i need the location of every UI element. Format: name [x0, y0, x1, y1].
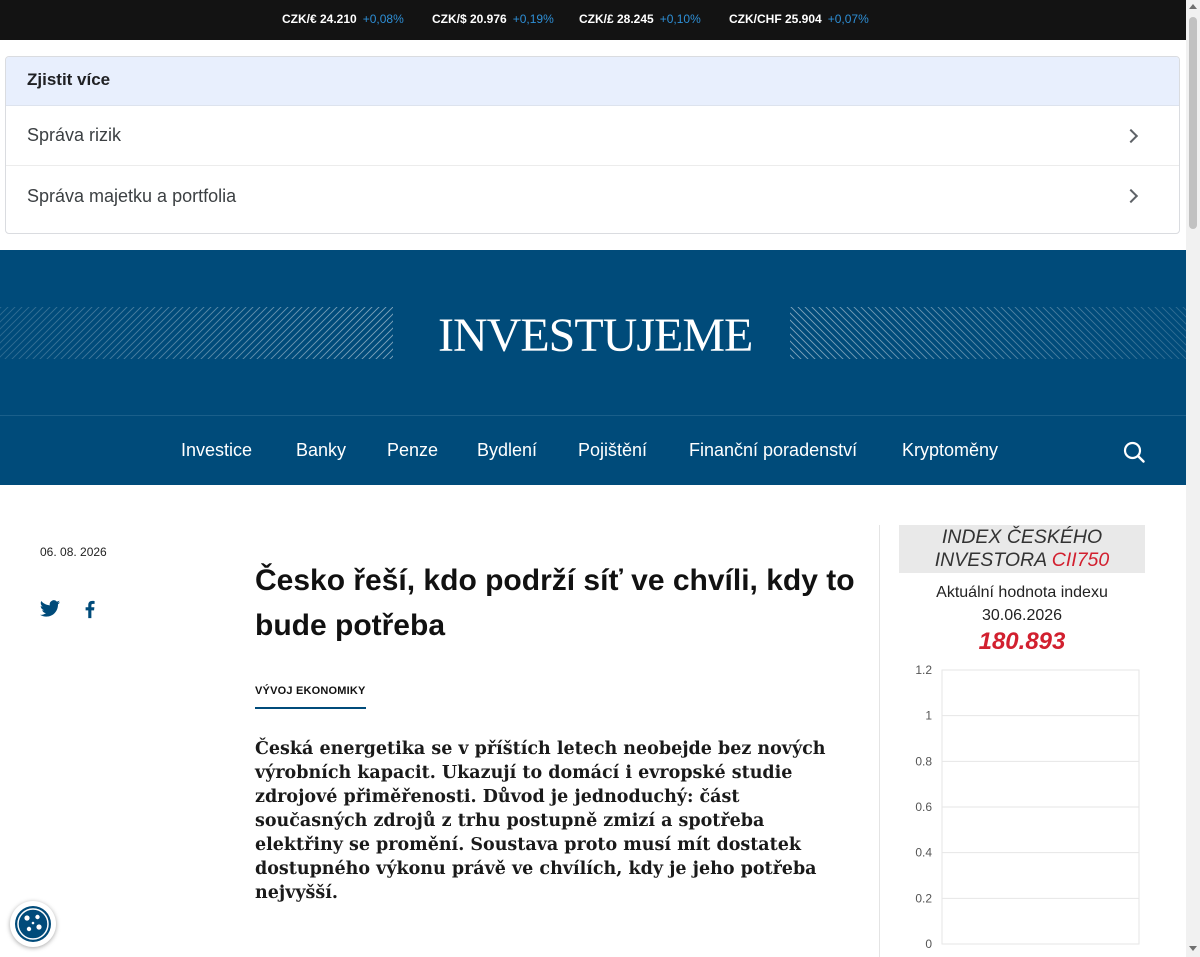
ticker-item[interactable]: CZK/$ 20.976 +0,19%: [432, 12, 554, 26]
scroll-up-arrow-icon[interactable]: [1189, 4, 1197, 9]
index-heading-line2: INVESTORA CII750: [899, 549, 1145, 572]
ad-link-label: Správa rizik: [27, 125, 122, 145]
ticker-change: +0,08%: [362, 12, 404, 26]
scrollbar-thumb[interactable]: [1189, 17, 1197, 229]
nav-item-penze[interactable]: Penze: [387, 440, 438, 461]
hatch-pattern-left: [0, 307, 393, 359]
site-logo[interactable]: INVESTUJEME: [438, 308, 753, 363]
ad-link-portfolio-management[interactable]: Správa majetku a portfolia: [6, 166, 1179, 226]
nav-item-investice[interactable]: Investice: [181, 440, 252, 461]
article-lead: Česká energetika se v příštích letech ne…: [255, 739, 826, 903]
ticker-item[interactable]: CZK/£ 28.245 +0,10%: [579, 12, 701, 26]
chart-y-tick-label: 0: [925, 937, 932, 951]
chart-y-tick-label: 0.4: [915, 846, 932, 860]
index-value-label: Aktuální hodnota indexu: [936, 584, 1108, 601]
ad-heading: Zjistit více: [6, 57, 1179, 106]
ticker-change: +0,10%: [659, 12, 701, 26]
chart-y-tick-label: 0.6: [915, 800, 932, 814]
hatch-pattern-right: [790, 307, 1186, 359]
ticker-item[interactable]: CZK/€ 24.210 +0,08%: [282, 12, 404, 26]
ticker-change: +0,07%: [827, 12, 869, 26]
chart-y-tick-label: 0.2: [915, 891, 932, 905]
cookie-icon: [15, 906, 51, 942]
index-widget-heading[interactable]: INDEX ČESKÉHO INVESTORA CII750: [899, 525, 1145, 573]
ad-links-box: Zjistit více Správa rizik Správa majetku…: [5, 56, 1180, 234]
currency-ticker: CZK/€ 24.210 +0,08% CZK/$ 20.976 +0,19% CZ…: [0, 0, 1186, 40]
ad-link-label: Správa majetku a portfolia: [27, 185, 237, 206]
sidebar-divider: [879, 525, 880, 957]
chart-y-tick-label: 1.2: [915, 663, 932, 677]
ticker-change: +0,19%: [512, 12, 554, 26]
chevron-right-icon: [1123, 128, 1139, 143]
cookie-settings-button[interactable]: [10, 901, 56, 947]
index-value-date: 30.06.2026: [981, 607, 1063, 624]
article-category-link[interactable]: VÝVOJ EKONOMIKY: [255, 685, 366, 709]
index-heading-line1: INDEX ČESKÉHO: [941, 526, 1103, 548]
chevron-right-icon: [1123, 188, 1139, 204]
masthead: INVESTUJEME: [0, 250, 1186, 415]
search-icon[interactable]: [1122, 440, 1146, 464]
chart-y-tick-label: 0.8: [915, 754, 932, 768]
ticker-pair: CZK/$ 20.976: [432, 12, 507, 26]
twitter-icon[interactable]: [39, 598, 61, 620]
ad-link-risk-management[interactable]: Správa rizik: [6, 106, 1179, 166]
ticker-pair: CZK/€ 24.210: [282, 12, 357, 26]
index-chart: 1.2 1 0.8 0.6 0.4 0.2 0: [915, 663, 1140, 951]
chart-y-tick-label: 1: [925, 709, 932, 723]
index-value: 180.893: [978, 628, 1066, 655]
nav-item-financni-poradenstvi[interactable]: Finanční poradenství: [689, 440, 857, 461]
nav-item-bydleni[interactable]: Bydlení: [477, 440, 537, 461]
main-nav: Investice Banky Penze Bydlení Pojištění …: [0, 415, 1186, 485]
index-code: CII750: [1051, 549, 1110, 571]
nav-item-banky[interactable]: Banky: [296, 440, 346, 461]
ticker-pair: CZK/£ 28.245: [579, 12, 654, 26]
nav-item-pojisteni[interactable]: Pojištění: [578, 440, 647, 461]
article-title: Česko řeší, kdo podrží síť ve chvíli, kd…: [255, 564, 855, 642]
ticker-pair: CZK/CHF 25.904: [729, 12, 822, 26]
facebook-icon[interactable]: [79, 598, 101, 620]
scroll-down-arrow-icon[interactable]: [1189, 946, 1197, 951]
index-heading-label: INVESTORA: [934, 549, 1047, 571]
ticker-item[interactable]: CZK/CHF 25.904 +0,07%: [729, 12, 869, 26]
article-date: 06. 08. 2026: [40, 545, 107, 559]
page-scrollbar[interactable]: [1186, 0, 1200, 957]
nav-item-kryptomeny[interactable]: Kryptoměny: [902, 440, 998, 461]
